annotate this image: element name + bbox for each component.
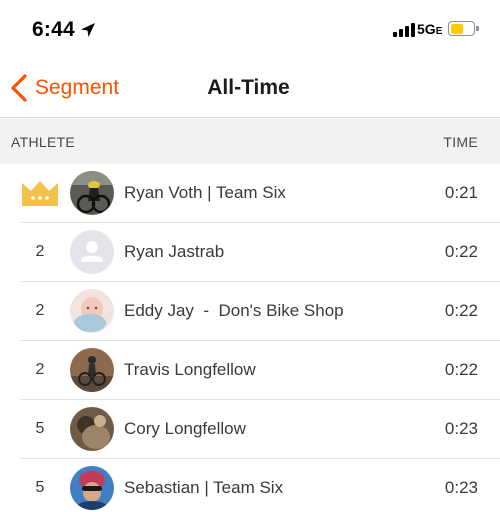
athlete-avatar <box>70 289 114 333</box>
battery-tip <box>476 26 479 31</box>
location-arrow-icon <box>81 23 95 37</box>
status-time: 6:44 <box>32 18 75 41</box>
athlete-name: Sebastian | Team Six <box>124 478 284 497</box>
column-header-athlete: ATHLETE <box>11 134 76 150</box>
athlete-time: 0:22 <box>444 301 478 320</box>
leaderboard-list: Ryan Voth | Team Six 0:21 2 Ryan Jastrab… <box>0 164 500 512</box>
athlete-time: 0:22 <box>444 360 478 379</box>
athlete-name: Cory Longfellow <box>124 419 246 438</box>
athlete-name: Ryan Voth | Team Six <box>124 183 286 202</box>
status-bar: 6:44 5GE <box>0 0 500 56</box>
battery-icon <box>448 21 475 36</box>
athlete-avatar <box>70 171 114 215</box>
athlete-time: 0:23 <box>444 478 478 497</box>
default-avatar-icon <box>70 230 114 274</box>
leaderboard-row[interactable]: 5 Cory Longfellow 0:23 <box>0 400 500 459</box>
rank-number: 2 <box>35 243 45 260</box>
page-title: All-Time <box>207 76 290 99</box>
battery-level <box>450 23 463 34</box>
athlete-avatar <box>70 348 114 392</box>
leaderboard-row[interactable]: 2 Ryan Jastrab 0:22 <box>0 223 500 282</box>
table-header: ATHLETE TIME <box>0 119 500 164</box>
crown-icon <box>22 181 58 206</box>
athlete-time: 0:22 <box>444 242 478 261</box>
rank-number: 2 <box>35 361 45 378</box>
athlete-name: Eddy Jay - Don's Bike Shop <box>124 301 344 320</box>
leaderboard-row[interactable]: 5 Sebastian | Team Six 0:23 <box>0 459 500 512</box>
athlete-avatar <box>70 466 114 510</box>
leaderboard-row[interactable]: 2 Travis Longfellow 0:22 <box>0 341 500 400</box>
column-header-time: TIME <box>443 134 478 150</box>
athlete-time: 0:21 <box>444 183 478 202</box>
athlete-avatar <box>70 407 114 451</box>
leaderboard-row[interactable]: Ryan Voth | Team Six 0:21 <box>0 164 500 223</box>
navigation-bar: Segment All-Time <box>0 56 500 118</box>
rank-number: 2 <box>35 302 45 319</box>
rank-badge <box>20 164 60 222</box>
rank-number: 5 <box>35 479 45 496</box>
rank-number: 5 <box>35 420 45 437</box>
athlete-name: Travis Longfellow <box>124 360 256 379</box>
cellular-signal-icon <box>393 23 415 37</box>
athlete-time: 0:23 <box>444 419 478 438</box>
network-type: 5GE <box>417 21 443 37</box>
athlete-name: Ryan Jastrab <box>124 242 225 261</box>
leaderboard-row[interactable]: 2 Eddy Jay - Don's Bike Shop 0:22 <box>0 282 500 341</box>
